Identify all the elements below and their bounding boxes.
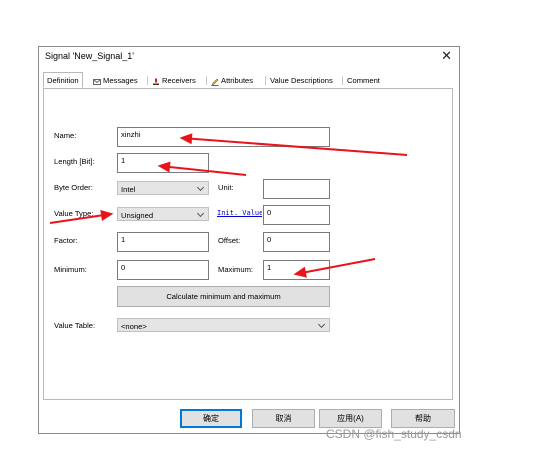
annotation-arrowhead: [100, 209, 114, 221]
annotation-arrow-line: [159, 165, 247, 176]
watermark-text: CSDN @fish_study_csdn: [326, 427, 462, 441]
annotation-arrowhead: [157, 161, 171, 173]
annotation-arrow-line: [295, 258, 376, 275]
annotation-arrow-line: [181, 137, 408, 156]
annotation-arrowhead: [293, 266, 307, 278]
annotation-arrowhead: [179, 133, 193, 145]
annotation-arrows: [49, 133, 408, 278]
